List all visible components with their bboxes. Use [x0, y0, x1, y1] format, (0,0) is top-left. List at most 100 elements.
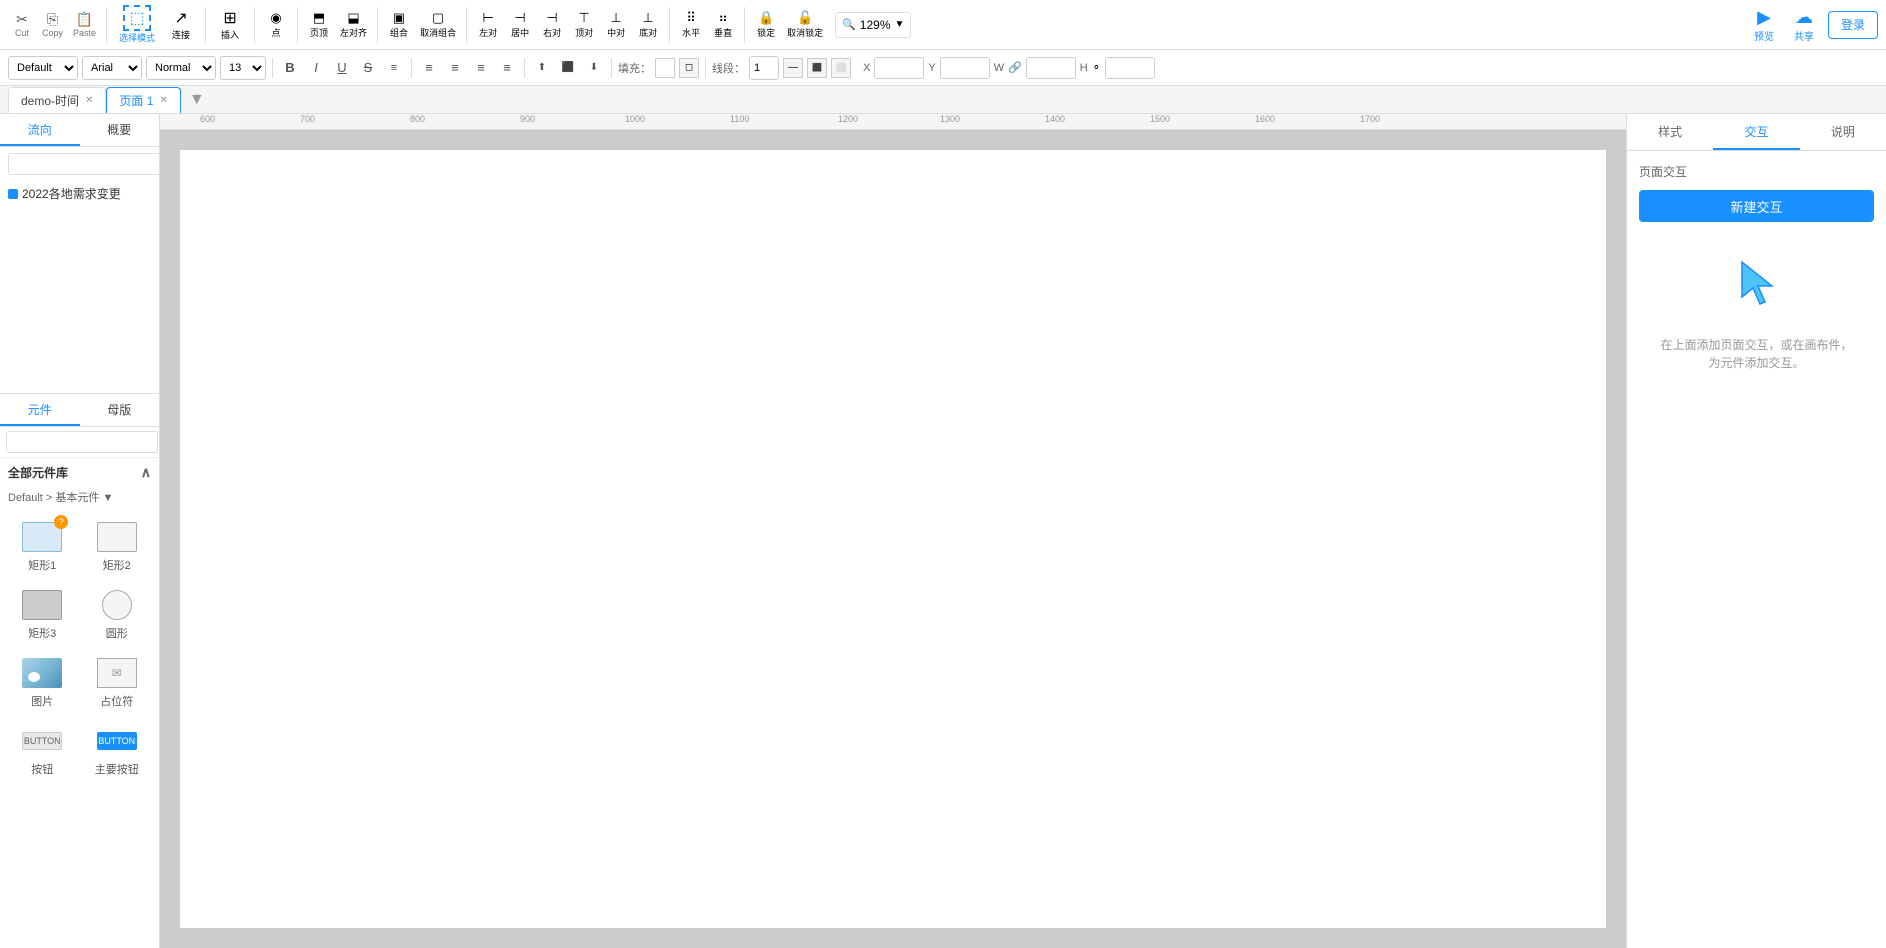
comp-item-rect1[interactable]: ? 矩形1 — [8, 515, 77, 577]
comp-item-rect2[interactable]: 矩形2 — [83, 515, 152, 577]
align-left-btn[interactable]: ⬓ 左对齐 — [336, 8, 371, 41]
align-text-center-btn[interactable]: ≡ — [444, 56, 466, 80]
stroke-style-btn1[interactable]: — — [783, 58, 803, 78]
align-text-right-btn[interactable]: ≡ — [470, 56, 492, 80]
align-text-justify-btn[interactable]: ≡ — [496, 56, 518, 80]
zoom-search-icon: 🔍 — [842, 18, 856, 31]
dist-h-btn[interactable]: ⠿ 水平 — [676, 8, 706, 41]
group-btn[interactable]: ▣ 组合 — [384, 8, 414, 41]
tab-page1[interactable]: 页面 1 ✕ — [106, 87, 180, 113]
tree-item-2022[interactable]: 2022各地需求变更 — [0, 181, 159, 206]
add-page-dropdown[interactable]: ▼ — [185, 91, 209, 109]
point-icon: ◉ — [270, 10, 281, 26]
align-c-btn[interactable]: ⊣ 居中 — [505, 8, 535, 41]
default-select[interactable]: Default — [8, 56, 78, 80]
h-lock-icon[interactable]: ⚬ — [1092, 61, 1101, 74]
comp-item-button[interactable]: BUTTON 按钮 — [8, 719, 77, 781]
select-mode-label: 选择模式 — [119, 31, 155, 44]
edit-toolbar: Default Arial Normal 13 B I U S ≡ ≡ ≡ ≡ … — [0, 50, 1886, 86]
align-t-label: 顶对 — [575, 26, 593, 39]
stroke-style-btn2[interactable]: ⬛ — [807, 58, 827, 78]
bold-btn[interactable]: B — [279, 56, 301, 80]
y-input[interactable] — [940, 57, 990, 79]
unlock-btn[interactable]: 🔓 取消锁定 — [783, 8, 827, 41]
divider8 — [744, 7, 745, 43]
font-family-select[interactable]: Arial — [82, 56, 142, 80]
connect-btn[interactable]: ↗ 连接 — [163, 6, 199, 43]
comp-item-button-main[interactable]: BUTTON 主要按钮 — [83, 719, 152, 781]
comp-item-circle[interactable]: 圆形 — [83, 583, 152, 645]
comp-tab-master[interactable]: 母版 — [80, 394, 160, 426]
strikethrough-btn[interactable]: S — [357, 56, 379, 80]
stroke-section: 线段： — ⬛ ⬜ — [712, 56, 851, 80]
underline-btn[interactable]: U — [331, 56, 353, 80]
sidebar-tab-flow[interactable]: 流向 — [0, 114, 80, 146]
align-m-btn[interactable]: ⊥ 中对 — [601, 8, 631, 41]
comp-subsection: Default > 基本元件 ▼ — [0, 487, 159, 509]
select-mode-btn[interactable]: ⬚ 选择模式 — [113, 3, 161, 46]
valign-mid-btn[interactable]: ⬛ — [557, 56, 579, 80]
canvas-body: 300 400 500 600 700 800 — [160, 130, 1626, 948]
paste-label: Paste — [73, 28, 96, 38]
align-r-label: 右对 — [543, 26, 561, 39]
align-m-icon: ⊥ — [610, 10, 621, 26]
lock-aspect-icon[interactable]: 🔗 — [1008, 61, 1022, 74]
tab-page1-close[interactable]: ✕ — [159, 95, 167, 106]
comp-item-placeholder[interactable]: ✉ 占位符 — [83, 651, 152, 713]
share-label: 共享 — [1794, 28, 1814, 43]
text-options-btn[interactable]: ≡ — [383, 56, 405, 80]
sidebar-top-section: 流向 概要 ⬚ 📁 2022各地需求变更 — [0, 114, 159, 394]
page-btn[interactable]: ⬒ 页顶 — [304, 8, 334, 41]
sidebar-search-row: ⬚ 📁 — [0, 147, 159, 181]
new-interaction-btn[interactable]: 新建交互 — [1639, 190, 1874, 222]
align-t-btn[interactable]: ⊤ 顶对 — [569, 8, 599, 41]
sidebar-search-input[interactable] — [8, 153, 160, 175]
comp-section-toggle[interactable]: ∧ — [141, 464, 151, 481]
comp-tab-components[interactable]: 元件 — [0, 394, 80, 426]
comp-item-rect1-wrapper: ? — [20, 519, 64, 555]
w-input[interactable] — [1026, 57, 1076, 79]
valign-top-btn[interactable]: ⬆ — [531, 56, 553, 80]
h-input[interactable] — [1105, 57, 1155, 79]
stroke-style-btn3[interactable]: ⬜ — [831, 58, 851, 78]
comp-item-rect3[interactable]: 矩形3 — [8, 583, 77, 645]
comp-search-input[interactable] — [6, 431, 158, 453]
fill-color-btn[interactable] — [655, 58, 675, 78]
comp-label-rect2: 矩形2 — [103, 557, 131, 573]
stroke-value-input[interactable] — [749, 56, 779, 80]
align-r-icon: ⊣ — [546, 10, 557, 26]
insert-btn[interactable]: ⊞ 插入 — [212, 6, 248, 43]
right-tab-style[interactable]: 样式 — [1627, 114, 1713, 150]
align-b-btn[interactable]: ⊥ 底对 — [633, 8, 663, 41]
tab-demo-timeline-close[interactable]: ✕ — [85, 95, 93, 106]
right-tab-interaction[interactable]: 交互 — [1713, 114, 1799, 150]
align-l-btn[interactable]: ⊢ 左对 — [473, 8, 503, 41]
align-r-btn[interactable]: ⊣ 右对 — [537, 8, 567, 41]
right-tab-description[interactable]: 说明 — [1800, 114, 1886, 150]
align-left-label: 左对齐 — [340, 26, 367, 39]
align-text-left-btn[interactable]: ≡ — [418, 56, 440, 80]
point-btn[interactable]: ◉ 点 — [261, 8, 291, 41]
ungroup-btn[interactable]: ▢ 取消组合 — [416, 8, 460, 41]
ruler-mark-800: 800 — [410, 114, 425, 124]
comp-search-row: + ↻ ⋯ — [0, 427, 159, 458]
dist-v-btn[interactable]: ⠶ 垂直 — [708, 8, 738, 41]
lock-btn[interactable]: 🔒 锁定 — [751, 8, 781, 41]
login-button[interactable]: 登录 — [1828, 11, 1878, 39]
canvas-viewport[interactable] — [160, 130, 1626, 948]
preview-btn[interactable]: ▶ 预览 — [1748, 5, 1780, 45]
fill-toggle-btn[interactable]: ◻ — [679, 58, 699, 78]
group-icon: ▣ — [393, 10, 405, 26]
share-btn[interactable]: ☁ 共享 — [1788, 5, 1820, 45]
valign-bot-btn[interactable]: ⬇ — [583, 56, 605, 80]
zoom-control[interactable]: 🔍 129% ▼ — [835, 12, 911, 38]
font-size-select[interactable]: 13 — [220, 56, 266, 80]
x-input[interactable] — [874, 57, 924, 79]
copy-label: Copy — [42, 28, 63, 38]
tab-demo-timeline[interactable]: demo-时间 ✕ — [8, 87, 106, 113]
comp-item-image[interactable]: 图片 — [8, 651, 77, 713]
edit-divider1 — [272, 58, 273, 78]
font-style-select[interactable]: Normal — [146, 56, 216, 80]
italic-btn[interactable]: I — [305, 56, 327, 80]
sidebar-tab-outline[interactable]: 概要 — [80, 114, 160, 146]
